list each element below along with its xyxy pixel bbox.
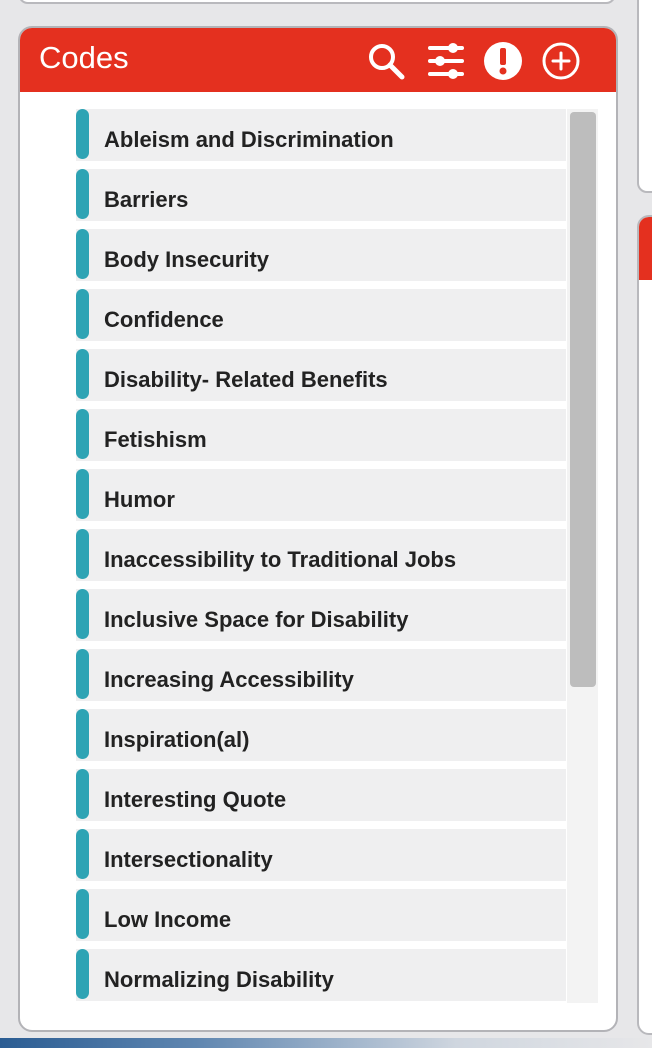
code-label: Inclusive Space for Disability — [104, 607, 409, 632]
code-color-marker — [76, 229, 89, 279]
code-item[interactable]: Inspiration(al) — [76, 709, 566, 761]
code-item[interactable]: Body Insecurity — [76, 229, 566, 281]
code-label: Disability- Related Benefits — [104, 367, 388, 392]
code-item[interactable]: Intersectionality — [76, 829, 566, 881]
side-panel-header — [639, 217, 652, 280]
codes-list: Ableism and Discrimination Barriers Body I… — [76, 109, 566, 1009]
code-color-marker — [76, 289, 89, 339]
code-color-marker — [76, 769, 89, 819]
previous-panel — [18, 0, 616, 4]
code-item[interactable]: Interesting Quote — [76, 769, 566, 821]
code-color-marker — [76, 889, 89, 939]
code-label: Barriers — [104, 187, 189, 212]
code-item[interactable]: Inaccessibility to Traditional Jobs — [76, 529, 566, 581]
code-color-marker — [76, 589, 89, 639]
code-label: Confidence — [104, 307, 224, 332]
codes-panel: Codes Ableism and Discrimination Barrier… — [18, 26, 618, 1032]
code-color-marker — [76, 409, 89, 459]
code-item[interactable]: Increasing Accessibility — [76, 649, 566, 701]
codes-list-area: Ableism and Discrimination Barriers Body I… — [20, 92, 616, 1030]
code-color-marker — [76, 349, 89, 399]
code-color-marker — [76, 169, 89, 219]
code-label: Humor — [104, 487, 175, 512]
code-item[interactable]: Normalizing Disability — [76, 949, 566, 1001]
code-label: Low Income — [104, 907, 232, 932]
code-item[interactable]: Confidence — [76, 289, 566, 341]
code-label: Inspiration(al) — [104, 727, 250, 752]
codes-panel-header: Codes — [20, 28, 616, 92]
code-label: Intersectionality — [104, 847, 273, 872]
code-item[interactable]: Fetishism — [76, 409, 566, 461]
code-label: Normalizing Disability — [104, 967, 334, 992]
search-icon[interactable] — [366, 41, 406, 81]
side-panel — [637, 215, 652, 1035]
alert-icon[interactable] — [483, 41, 523, 81]
code-color-marker — [76, 949, 89, 999]
code-item[interactable]: Disability- Related Benefits — [76, 349, 566, 401]
side-panel-top — [637, 0, 652, 193]
code-label: Increasing Accessibility — [104, 667, 354, 692]
add-circle-icon[interactable] — [541, 41, 581, 81]
code-item[interactable]: Inclusive Space for Disability — [76, 589, 566, 641]
filter-sliders-icon[interactable] — [426, 41, 466, 81]
bottom-accent-bar — [0, 1038, 652, 1048]
code-item[interactable]: Barriers — [76, 169, 566, 221]
code-color-marker — [76, 469, 89, 519]
code-label: Fetishism — [104, 427, 207, 452]
panel-title: Codes — [39, 40, 129, 75]
code-color-marker — [76, 709, 89, 759]
code-label: Inaccessibility to Traditional Jobs — [104, 547, 457, 572]
scrollbar-thumb[interactable] — [570, 112, 596, 687]
code-color-marker — [76, 529, 89, 579]
code-color-marker — [76, 649, 89, 699]
code-color-marker — [76, 829, 89, 879]
code-label: Body Insecurity — [104, 247, 270, 272]
code-label: Ableism and Discrimination — [104, 127, 394, 152]
code-item[interactable]: Ableism and Discrimination — [76, 109, 566, 161]
code-item[interactable]: Low Income — [76, 889, 566, 941]
code-label: Interesting Quote — [104, 787, 287, 812]
code-color-marker — [76, 109, 89, 159]
code-item[interactable]: Humor — [76, 469, 566, 521]
